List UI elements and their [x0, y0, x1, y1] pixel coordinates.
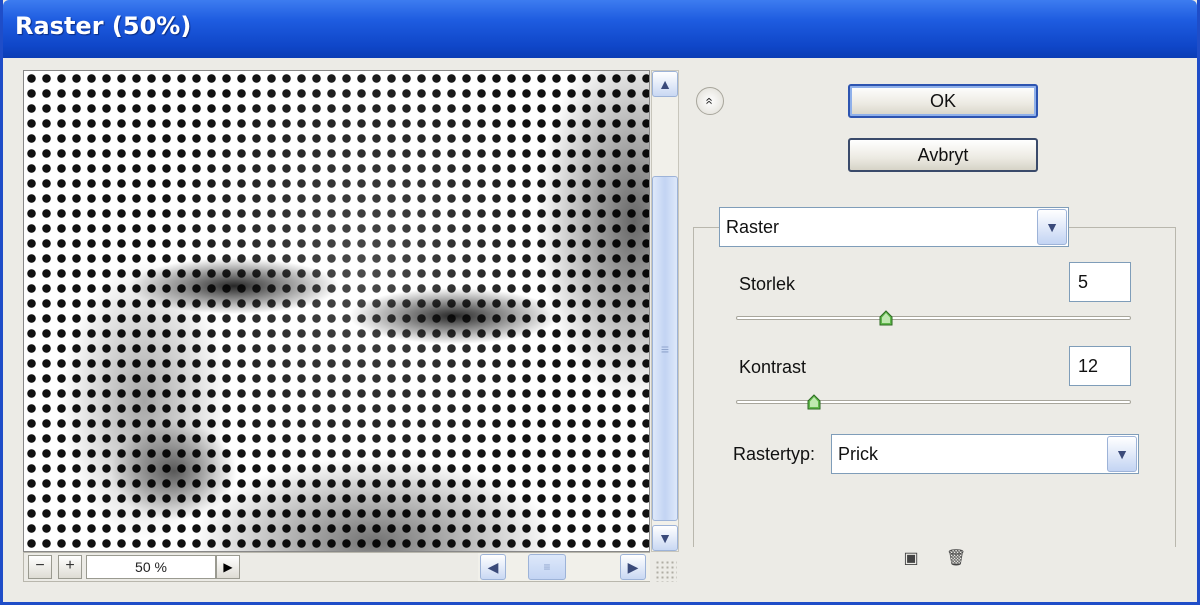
- size-slider-track[interactable]: [736, 316, 1131, 320]
- scroll-up-button[interactable]: ▲: [652, 71, 678, 97]
- zoom-out-button[interactable]: −: [28, 555, 52, 579]
- ok-button[interactable]: OK: [848, 84, 1038, 118]
- filter-select[interactable]: Raster ▼: [719, 207, 1069, 247]
- trash-icon[interactable]: 🗑: [946, 549, 966, 569]
- scroll-left-icon: ◀: [487, 559, 499, 575]
- scroll-right-icon: ▶: [627, 559, 639, 575]
- contrast-slider-thumb[interactable]: [807, 394, 821, 410]
- preview-shading: [24, 71, 649, 551]
- scroll-down-icon: ▼: [658, 530, 672, 546]
- window-title: Raster (50%): [15, 12, 192, 40]
- zoom-in-button[interactable]: +: [58, 555, 82, 579]
- zoom-level-field[interactable]: 50 %: [86, 555, 216, 579]
- zoom-menu-button[interactable]: ▶: [216, 555, 240, 579]
- chevron-down-icon[interactable]: ▼: [1037, 209, 1067, 245]
- raster-dialog: Raster (50%) ▲ ≡ ▼ − + 50 % ▶ ◀ ≡ ▶ « OK…: [0, 0, 1200, 605]
- raster-type-select[interactable]: Prick ▼: [831, 434, 1139, 474]
- scroll-right-button[interactable]: ▶: [620, 554, 646, 580]
- collapse-button[interactable]: «: [696, 87, 724, 115]
- resize-grip-icon[interactable]: [655, 560, 677, 582]
- vertical-scroll-thumb[interactable]: ≡: [652, 176, 678, 521]
- raster-type-label: Rastertyp:: [733, 444, 816, 464]
- raster-type-value: Prick: [838, 444, 878, 464]
- cancel-button[interactable]: Avbryt: [848, 138, 1038, 172]
- new-effect-layer-icon[interactable]: ▣: [901, 549, 921, 569]
- scroll-up-icon: ▲: [658, 76, 672, 92]
- vertical-scrollbar[interactable]: ▲ ≡ ▼: [651, 70, 679, 552]
- double-chevron-up-icon: «: [702, 97, 718, 105]
- size-label: Storlek: [739, 274, 796, 294]
- scroll-left-button[interactable]: ◀: [480, 554, 506, 580]
- play-arrow-icon: ▶: [223, 560, 233, 574]
- contrast-slider-track[interactable]: [736, 400, 1131, 404]
- contrast-input[interactable]: 12: [1069, 346, 1131, 386]
- preview-image[interactable]: [23, 70, 650, 552]
- hgrip-icon: ≡: [543, 560, 551, 574]
- size-slider-thumb[interactable]: [879, 310, 893, 326]
- horizontal-scrollbar[interactable]: ◀ ≡ ▶: [478, 553, 650, 581]
- size-input[interactable]: 5: [1069, 262, 1131, 302]
- grip-icon: ≡: [660, 341, 670, 357]
- title-bar[interactable]: Raster (50%): [3, 0, 1197, 58]
- contrast-label: Kontrast: [739, 357, 807, 377]
- scroll-down-button[interactable]: ▼: [652, 525, 678, 551]
- preview-controls: − + 50 % ▶ ◀ ≡ ▶: [23, 552, 650, 582]
- filter-select-value: Raster: [726, 217, 780, 237]
- horizontal-scroll-thumb[interactable]: ≡: [528, 554, 566, 580]
- chevron-down-icon[interactable]: ▼: [1107, 436, 1137, 472]
